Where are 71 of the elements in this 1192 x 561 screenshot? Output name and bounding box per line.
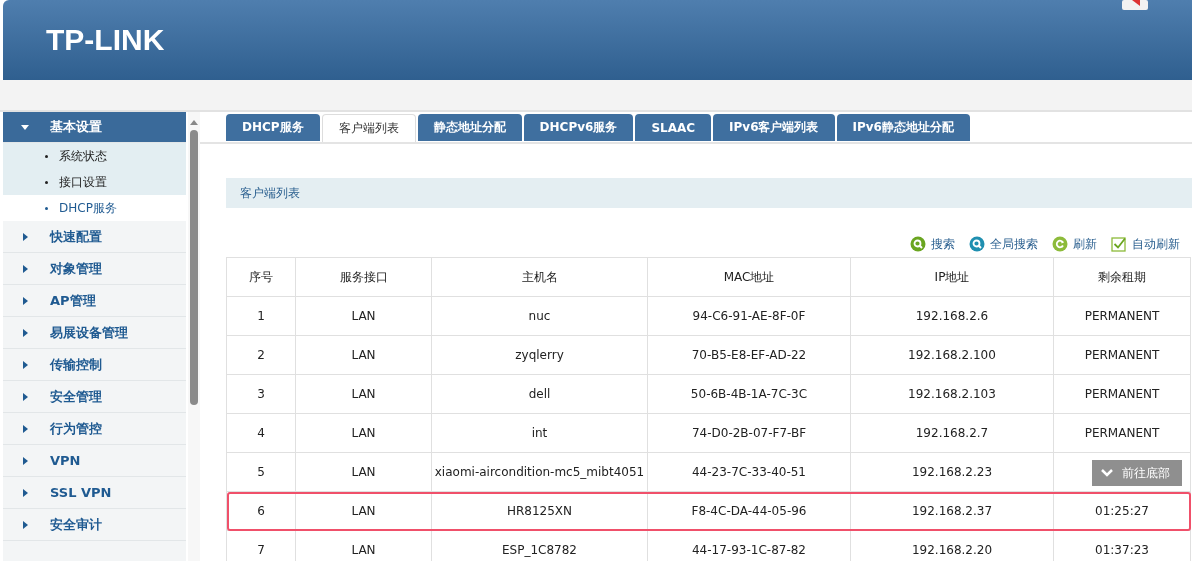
table-cell: int [431, 413, 648, 453]
table-cell: LAN [295, 296, 432, 336]
toolbar-button[interactable]: 搜索 [910, 235, 955, 253]
table-cell: LAN [295, 374, 432, 414]
table-cell: 94-C6-91-AE-8F-0F [647, 296, 851, 336]
table-cell: 192.168.2.6 [850, 296, 1054, 336]
column-header: 主机名 [431, 257, 648, 297]
chevron-down-icon [1100, 468, 1114, 478]
table-cell: 2 [226, 335, 296, 375]
table-cell: PERMANENT [1053, 335, 1191, 375]
logo: TP-LINK [46, 23, 165, 57]
table-cell: nuc [431, 296, 648, 336]
refresh-icon [1052, 236, 1068, 252]
toolbar-button[interactable]: 全局搜索 [969, 235, 1038, 253]
table-cell: 44-23-7C-33-40-51 [647, 452, 851, 492]
submenu-item[interactable]: DHCP服务 [3, 195, 186, 221]
caret-right-icon [20, 263, 30, 274]
table-cell: dell [431, 374, 648, 414]
search-icon [969, 236, 985, 252]
toolbar-button[interactable]: 刷新 [1052, 235, 1097, 253]
table-cell: LAN [295, 452, 432, 492]
menu-item[interactable]: 基本设置 [3, 112, 186, 143]
column-header: 剩余租期 [1053, 257, 1191, 297]
submenu-item[interactable]: 系统状态 [3, 143, 186, 169]
table-cell: 192.168.2.23 [850, 452, 1054, 492]
table-cell: xiaomi-aircondition-mc5_mibt4051 [431, 452, 648, 492]
caret-right-icon [20, 423, 30, 434]
table-cell: 192.168.2.103 [850, 374, 1054, 414]
tab[interactable]: SLAAC [635, 114, 712, 141]
table-cell: 5 [226, 452, 296, 492]
table-cell: zyqlerry [431, 335, 648, 375]
table-cell: LAN [295, 413, 432, 453]
caret-right-icon [20, 359, 30, 370]
table-cell: 70-B5-E8-EF-AD-22 [647, 335, 851, 375]
table-cell: 50-6B-4B-1A-7C-3C [647, 374, 851, 414]
tab[interactable]: DHCP服务 [226, 114, 320, 141]
tab[interactable]: IPv6静态地址分配 [836, 114, 970, 141]
tab[interactable]: DHCPv6服务 [523, 114, 634, 141]
caret-right-icon [20, 455, 30, 466]
column-header: 服务接口 [295, 257, 432, 297]
tab[interactable]: 静态地址分配 [417, 114, 522, 141]
caret-right-icon [20, 487, 30, 498]
tab[interactable]: IPv6客户端列表 [713, 114, 835, 141]
tab[interactable]: 客户端列表 [321, 114, 416, 142]
search-icon [910, 236, 926, 252]
table-cell: 4 [226, 413, 296, 453]
table-cell: 6 [226, 491, 296, 531]
submenu-item[interactable]: 接口设置 [3, 169, 186, 195]
table-cell: PERMANENT [1053, 413, 1191, 453]
caret-right-icon [20, 295, 30, 306]
section-title: 客户端列表 [240, 184, 300, 202]
table-cell: PERMANENT [1053, 296, 1191, 336]
table-cell: 74-D0-2B-07-F7-BF [647, 413, 851, 453]
column-header: IP地址 [850, 257, 1054, 297]
caret-right-icon [20, 327, 30, 338]
caret-right-icon [20, 519, 30, 530]
column-header: MAC地址 [647, 257, 851, 297]
table-cell: LAN [295, 335, 432, 375]
auto-refresh-checkbox[interactable]: 自动刷新 [1111, 235, 1180, 253]
table-cell: 1 [226, 296, 296, 336]
table-cell: 192.168.2.100 [850, 335, 1054, 375]
table-cell: 3 [226, 374, 296, 414]
table-cell: 7 [226, 530, 296, 561]
caret-down-icon [20, 122, 30, 132]
caret-right-icon [20, 391, 30, 402]
scrollbar[interactable] [188, 112, 200, 561]
table-cell: 192.168.2.7 [850, 413, 1054, 453]
flag-icon[interactable] [1122, 0, 1148, 10]
caret-right-icon [20, 231, 30, 242]
column-header: 序号 [226, 257, 296, 297]
table-cell: PERMANENT [1053, 374, 1191, 414]
